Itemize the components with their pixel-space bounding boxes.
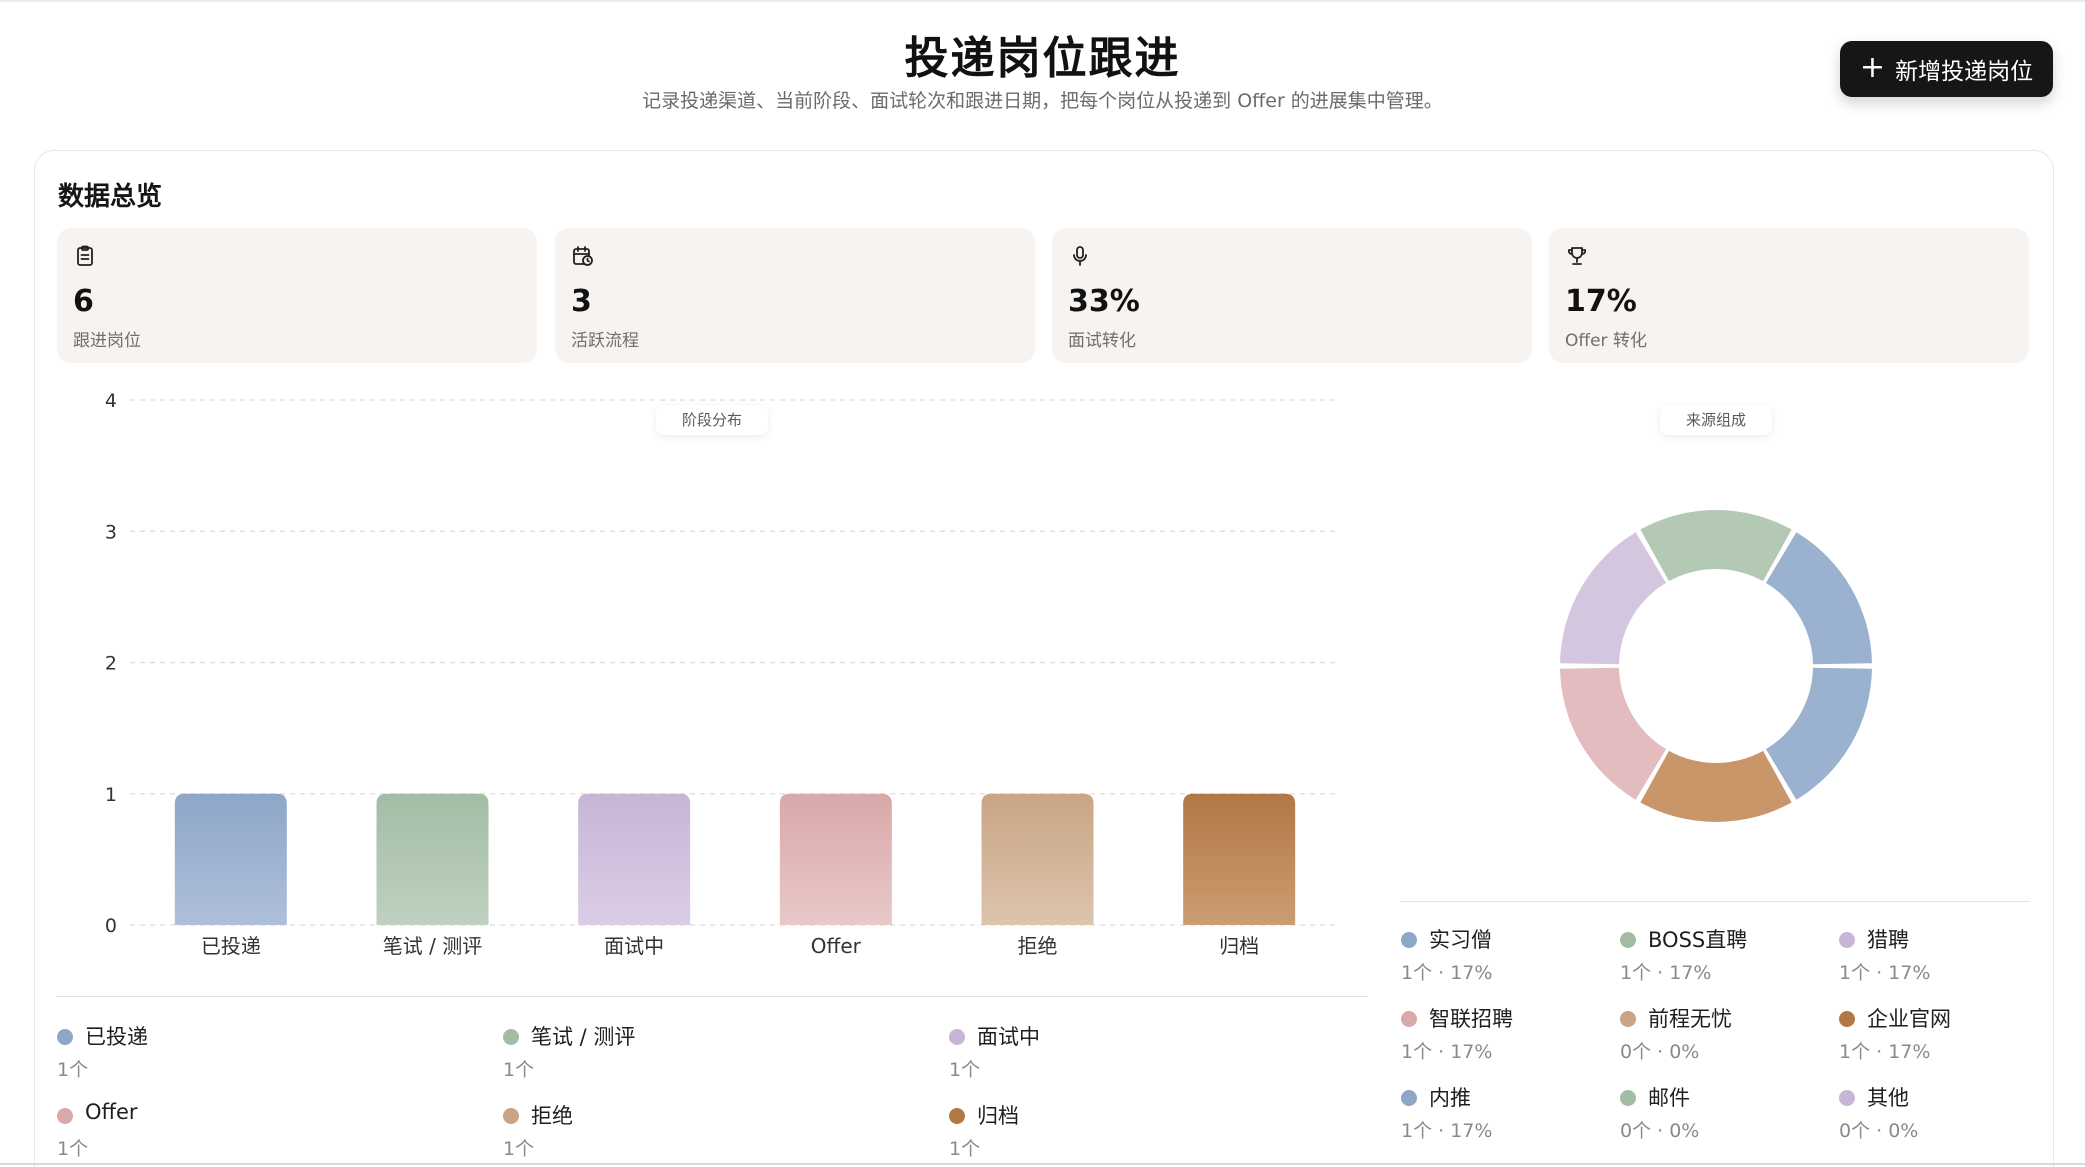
legend-count: 1个 · 17% bbox=[1401, 1120, 1493, 1142]
bar[interactable] bbox=[174, 793, 287, 925]
donut-slice[interactable] bbox=[1560, 532, 1667, 665]
legend-name: 内推 bbox=[1429, 1086, 1471, 1110]
legend-count: 1个 bbox=[949, 1059, 981, 1081]
donut-slice[interactable] bbox=[1560, 667, 1667, 800]
legend-count: 0个 · 0% bbox=[1620, 1041, 1700, 1063]
stat-card-active: 3 活跃流程 bbox=[555, 228, 1035, 363]
clipboard-icon bbox=[77, 245, 93, 266]
stage-chart-title-pill: 阶段分布 bbox=[656, 405, 769, 435]
add-job-button[interactable]: + 新增投递岗位 bbox=[1840, 41, 2053, 97]
legend-name: 智联招聘 bbox=[1429, 1007, 1513, 1031]
stat-card-interview-rate: 33% 面试转化 bbox=[1052, 228, 1532, 363]
y-tick-label: 0 bbox=[105, 915, 117, 937]
x-tick-label: 笔试 / 测评 bbox=[383, 934, 482, 955]
legend-count: 1个 bbox=[503, 1138, 535, 1160]
legend-dot bbox=[1620, 932, 1636, 948]
legend-count: 1个 bbox=[503, 1059, 535, 1081]
legend-count: 1个 · 17% bbox=[1620, 962, 1712, 984]
legend-dot bbox=[1401, 932, 1417, 948]
y-tick-label: 1 bbox=[105, 784, 117, 806]
trophy-icon bbox=[1567, 247, 1587, 265]
legend-count: 1个 · 17% bbox=[1839, 962, 1931, 984]
stat-value: 3 bbox=[571, 284, 592, 319]
legend-name: 拒绝 bbox=[531, 1104, 573, 1128]
legend-dot bbox=[1839, 932, 1855, 948]
legend-dot bbox=[1839, 1011, 1855, 1027]
page-subtitle: 记录投递渠道、当前阶段、面试轮次和跟进日期，把每个岗位从投递到 Offer 的进… bbox=[642, 90, 1443, 112]
stat-label: 面试转化 bbox=[1068, 331, 1136, 351]
add-job-button-label: 新增投递岗位 bbox=[1895, 59, 2034, 85]
legend-name: Offer bbox=[85, 1100, 138, 1124]
stage-legend-divider bbox=[56, 996, 1368, 997]
legend-dot bbox=[1401, 1090, 1417, 1106]
legend-name: 面试中 bbox=[977, 1025, 1040, 1049]
legend-dot bbox=[57, 1108, 73, 1124]
bar[interactable] bbox=[779, 793, 892, 925]
legend-dot bbox=[503, 1029, 519, 1045]
stat-value: 17% bbox=[1565, 284, 1637, 319]
legend-count: 0个 · 0% bbox=[1620, 1120, 1700, 1142]
stat-label: 跟进岗位 bbox=[73, 331, 141, 351]
legend-dot bbox=[1620, 1090, 1636, 1106]
plus-icon: + bbox=[1859, 49, 1886, 85]
bottom-border bbox=[0, 1163, 2085, 1165]
calendar-clock-icon bbox=[573, 246, 593, 266]
overview-title: 数据总览 bbox=[58, 182, 163, 212]
source-legend-divider bbox=[1400, 901, 2030, 902]
legend-count: 0个 · 0% bbox=[1839, 1120, 1919, 1142]
donut-slice[interactable] bbox=[1640, 510, 1792, 582]
stat-label: 活跃流程 bbox=[571, 331, 639, 351]
stage-bar-chart: 0 1 2 3 4 已投递 笔试 / 测评 面试中 Offer 拒绝 归档 bbox=[105, 390, 1340, 955]
legend-name: 笔试 / 测评 bbox=[531, 1025, 636, 1049]
legend-dot bbox=[1839, 1090, 1855, 1106]
y-tick-label: 4 bbox=[105, 390, 117, 412]
source-donut-chart bbox=[1560, 510, 1872, 822]
x-tick-label: Offer bbox=[811, 934, 862, 955]
donut-slice[interactable] bbox=[1640, 750, 1792, 822]
legend-name: 邮件 bbox=[1648, 1086, 1690, 1110]
x-tick-label: 归档 bbox=[1219, 934, 1259, 955]
legend-dot bbox=[503, 1108, 519, 1124]
microphone-icon bbox=[1073, 246, 1087, 266]
page-header: 投递岗位跟进 记录投递渠道、当前阶段、面试轮次和跟进日期，把每个岗位从投递到 O… bbox=[0, 0, 2085, 140]
x-tick-label: 面试中 bbox=[604, 934, 664, 955]
legend-dot bbox=[1620, 1011, 1636, 1027]
legend-count: 1个 · 17% bbox=[1401, 1041, 1493, 1063]
donut-slice[interactable] bbox=[1765, 667, 1872, 800]
bar[interactable] bbox=[981, 793, 1094, 925]
x-tick-label: 拒绝 bbox=[1018, 934, 1058, 955]
legend-name: BOSS直聘 bbox=[1648, 928, 1748, 952]
donut-slice[interactable] bbox=[1765, 532, 1872, 665]
legend-dot bbox=[57, 1029, 73, 1045]
bar[interactable] bbox=[578, 793, 691, 925]
legend-name: 实习僧 bbox=[1429, 928, 1492, 952]
bar[interactable] bbox=[376, 793, 489, 925]
stat-card-tracked: 6 跟进岗位 bbox=[57, 228, 537, 363]
legend-name: 前程无忧 bbox=[1648, 1007, 1732, 1031]
page-title: 投递岗位跟进 bbox=[904, 33, 1181, 84]
x-tick-label: 已投递 bbox=[201, 934, 261, 955]
stat-value: 33% bbox=[1068, 284, 1140, 319]
legend-name: 企业官网 bbox=[1867, 1007, 1951, 1031]
stat-value: 6 bbox=[73, 284, 94, 319]
legend-name: 猎聘 bbox=[1867, 928, 1909, 952]
legend-name: 已投递 bbox=[85, 1025, 148, 1049]
legend-dot bbox=[949, 1029, 965, 1045]
y-tick-label: 2 bbox=[105, 653, 117, 675]
bar[interactable] bbox=[1183, 793, 1296, 925]
legend-name: 归档 bbox=[977, 1104, 1019, 1128]
legend-count: 1个 · 17% bbox=[1839, 1041, 1931, 1063]
legend-name: 其他 bbox=[1867, 1086, 1909, 1110]
legend-count: 1个 bbox=[949, 1138, 981, 1160]
legend-count: 1个 bbox=[57, 1059, 89, 1081]
source-chart-title-pill: 来源组成 bbox=[1660, 405, 1773, 435]
legend-count: 1个 bbox=[57, 1138, 89, 1160]
legend-dot bbox=[949, 1108, 965, 1124]
legend-count: 1个 · 17% bbox=[1401, 962, 1493, 984]
legend-dot bbox=[1401, 1011, 1417, 1027]
stat-label: Offer 转化 bbox=[1565, 331, 1647, 351]
stat-card-offer-rate: 17% Offer 转化 bbox=[1549, 228, 2029, 363]
y-tick-label: 3 bbox=[105, 521, 117, 543]
